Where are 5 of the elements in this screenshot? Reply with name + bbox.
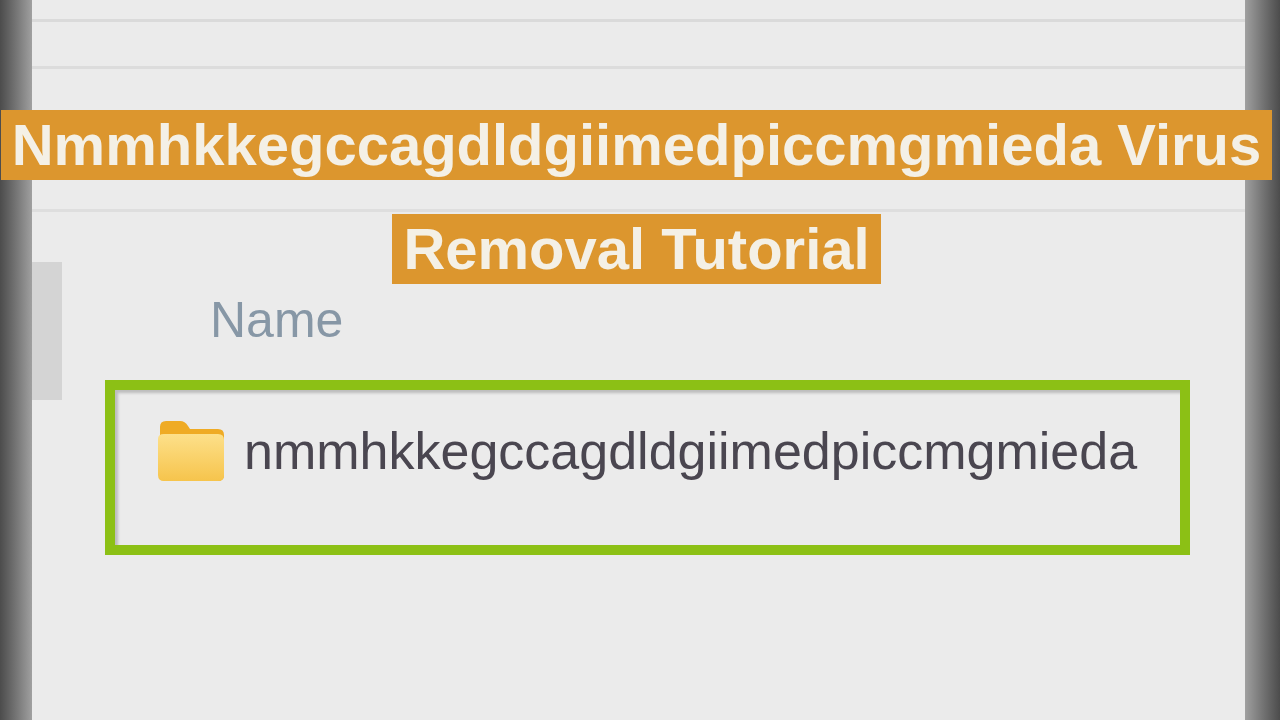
folder-icon xyxy=(158,421,224,481)
caption-banner: Nmmhkkegccagdldgiimedpiccmgmieda Virus xyxy=(0,110,1273,180)
caption-banner: Removal Tutorial xyxy=(392,214,881,284)
file-row[interactable]: nmmhkkegccagdldgiimedpiccmgmieda xyxy=(105,380,1190,555)
folder-name: nmmhkkegccagdldgiimedpiccmgmieda xyxy=(244,421,1138,481)
